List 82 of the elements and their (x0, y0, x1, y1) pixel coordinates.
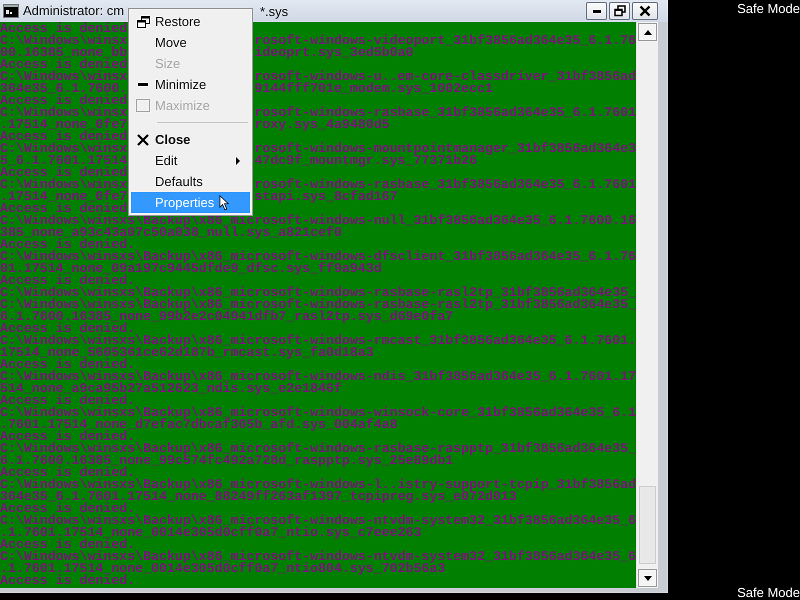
minimize-button[interactable] (586, 2, 607, 20)
close-icon (137, 134, 149, 146)
submenu-arrow-icon (236, 157, 240, 165)
console-text: roxy.sys_4a9480d5 (254, 119, 390, 131)
console-text: Access is denied. (0, 573, 136, 588)
scrollbar-thumb[interactable] (639, 486, 656, 564)
close-button[interactable] (632, 2, 658, 20)
console-text: C:\Windows\winsxs\Backup\x86_microsoft-windows-dfsclient_31bf3856ad364e35_6.1.76 (0, 249, 636, 264)
restore-icon (614, 5, 626, 17)
console-text: 9144fff701e_modem.sys_1002ecc1 (254, 83, 493, 95)
up-arrow-icon (644, 30, 652, 34)
console-text: C:\Windows\winsxs\Backup\x86_microsoft-windows-rasbase-rasl2tp_31bf3856ad364e35_ (0, 285, 636, 300)
console-text: Access is denied. (0, 321, 136, 336)
scroll-up-button[interactable] (638, 23, 657, 41)
console-text: rosoft-windows-rasbase_31bf3856ad364e35_6.1.7601 (254, 107, 636, 119)
console-text: Access is denied. (0, 273, 136, 288)
console-text: 6.1.7600.16385_none_99b2e2c04941dfb7_rasl2tp.sys_d69e0fa7 (0, 309, 454, 324)
console-text: C:\Windows\winsxs\Backup\x86_microsoft-windows-winsock-core_31bf3856ad364e35_6.1 (0, 405, 636, 420)
window-title: *.sys (260, 4, 288, 18)
console-text: C:\Windows\winsxs\Backup\x86_microsoft-windows-rasbase-rasl2tp_31bf3856ad364e35_ (0, 297, 636, 312)
console-text: Access is denied. (0, 393, 136, 408)
console-text: C:\Windows\winsxs\Backup\x86_microsoft-windows-rmcast_31bf3856ad364e35_6.1.7601. (0, 333, 636, 348)
restore-button[interactable] (609, 2, 630, 20)
console-text: Access is denied. (0, 237, 136, 252)
console-text: C:\Windows\winsxs\Backup\x86_microsoft-windows-rasbase-raspptp_31bf3856ad364e35_ (0, 441, 636, 456)
console-text: .1.7601.17514_none_0014e305d0cff0a7_ntio804.sys_702b56a3 (0, 561, 446, 576)
console-text: .17514_none_0fe7 (0, 117, 128, 132)
console-text: Access is denied (0, 165, 128, 180)
console-text: rosoft-windows-mountpointmanager_31bf3856ad364e3 (254, 143, 636, 155)
console-text: C:\Windows\winsx (0, 33, 128, 48)
down-arrow-icon (644, 576, 652, 580)
menu-item[interactable]: Edit (131, 150, 250, 171)
console-text: C:\Windows\winsxs\Backup\x86_microsoft-windows-ndis_31bf3856ad364e35_6.1.7601.17 (0, 369, 636, 384)
console-text: rosoft-windows-u..em-core-classdriver_31bf3856ad (254, 71, 636, 83)
console-text: ideoprt.sys_3ed5b0a0 (254, 47, 414, 59)
console-text: Access is denied. (0, 465, 136, 480)
console-text: C:\Windows\winsx (0, 69, 128, 84)
console-text: Access is denied. (0, 537, 136, 552)
menu-item[interactable]: Minimize (131, 74, 250, 95)
restore-icon (136, 16, 150, 28)
console-text: 364e35_6.1.7600. (0, 81, 128, 96)
menu-item[interactable]: Move (131, 32, 250, 53)
console-text: 17514_none_5605361ce62d187b_rmcast.sys_fa0d18a3 (0, 345, 374, 360)
console-text: 01.17514_none_09a197c9445dfde9_dfsc.sys_ff9a943d (0, 261, 382, 276)
console-text: Access is denied. (0, 429, 136, 444)
safe-mode-label: Safe Mode (737, 585, 800, 600)
console-text: .17514_none_0fe7 (0, 189, 128, 204)
window-title: Administrator: cm (23, 3, 124, 18)
console-text: Access is denied (0, 93, 128, 108)
console-text: C:\Windows\winsxs\Backup\x86_microsoft-windows-ntvdm-system32_31bf3856ad364e35_6 (0, 513, 636, 528)
menu-item[interactable]: Restore (131, 11, 250, 32)
safe-mode-label: Safe Mode (737, 1, 800, 16)
console-text: rosoft-windows-videoport_31bf3856ad364e35_6.1.76 (254, 35, 636, 47)
console-text: .1.7601.17514_none_0014e305d0cff0a7_ntio.sys_c7eee263 (0, 525, 422, 540)
console-text: C:\Windows\winsxs\Backup\x86_microsoft-windows-l..istry-support-tcpip_31bf3856ad (0, 477, 636, 492)
maximize-icon (136, 99, 150, 112)
console-text: 385_none_a93c43a07c50a038_null.sys_a821cef0 (0, 225, 342, 240)
console-text: 6.1.7600.16385_none_99c574fc492a728d_raspptp.sys_25e89db1 (0, 453, 454, 468)
console-text: Access is denied (0, 57, 128, 72)
console-text: 00.16385_none_bb (0, 45, 128, 60)
console-text: rosoft-windows-rasbase_31bf3856ad364e35_6.1.7601 (254, 179, 636, 191)
menu-item[interactable]: Defaults (131, 171, 250, 192)
minimize-icon (592, 10, 600, 12)
console-text: 364e35_6.1.7601.17514_none_88249ff263af1397_tcpipreg.sys_e072d013 (0, 489, 517, 504)
console-text: Access is denied. (0, 357, 136, 372)
minimize-icon (138, 83, 148, 86)
console-text: stapi.sys_8cfad167 (254, 191, 398, 203)
scroll-down-button[interactable] (638, 569, 657, 587)
console-icon (3, 4, 19, 18)
console-text: Access is denied (0, 22, 128, 36)
console-text: 5_6.1.7601.17514 (0, 153, 128, 168)
console-text: Access is denied (0, 129, 128, 144)
cursor-icon (219, 195, 230, 211)
console-text: C:\Windows\winsx (0, 141, 128, 156)
console-text: Access is denied (0, 201, 128, 216)
console-text: .7601.17514_none_d7efac7dbcaf305b_afd.sys_004af4a8 (0, 417, 398, 432)
console-text: 47dc9f_mountmgr.sys_77371b26 (254, 155, 478, 167)
console-text: Access is denied. (0, 501, 136, 516)
menu-item[interactable]: Close (131, 129, 250, 150)
console-text: 514_none_a9ca95b27a512623_ndis.sys_e2e1846f (0, 381, 342, 396)
close-icon (639, 5, 651, 17)
console-text: C:\Windows\winsxs\Backup\x86_microsoft-windows-ntvdm-system32_31bf3856ad364e35_6 (0, 549, 636, 564)
